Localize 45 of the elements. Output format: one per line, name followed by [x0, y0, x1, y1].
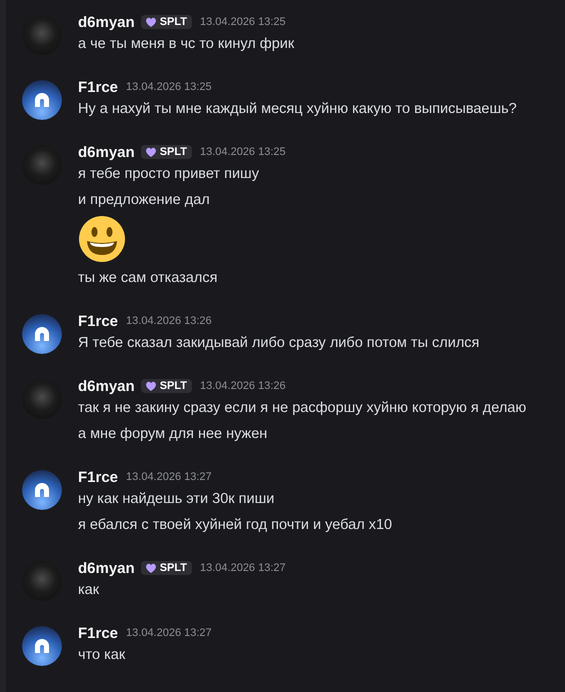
message-text: что как [78, 646, 126, 665]
guild-tag-text: SPLT [160, 562, 187, 574]
smiley-emoji-icon [78, 215, 126, 263]
timestamp: 13.04.2026 13:27 [126, 627, 212, 639]
message-text: а че ты меня в чс то кинул фрик [78, 35, 294, 54]
timestamp: 13.04.2026 13:25 [200, 16, 286, 28]
timestamp: 13.04.2026 13:27 [126, 471, 212, 483]
guild-tag-text: SPLT [160, 16, 187, 28]
heart-icon [144, 16, 157, 28]
heart-icon [144, 380, 157, 392]
message-text: так я не закину сразу если я не расфоршу хуйню которую я делаю [78, 399, 526, 418]
message-text: и предложение дал [78, 191, 211, 210]
username: d6myan [78, 14, 135, 30]
avatar-logo-icon [22, 314, 62, 354]
username: d6myan [78, 378, 135, 394]
username: F1rce [78, 78, 118, 96]
username: d6myan [78, 144, 135, 160]
avatar-photo [22, 561, 62, 601]
username: F1rce [78, 468, 118, 486]
username: F1rce [78, 312, 118, 330]
timestamp: 13.04.2026 13:26 [126, 315, 212, 327]
avatar-logo-icon [22, 470, 62, 510]
timestamp: 13.04.2026 13:25 [126, 81, 212, 93]
username: d6myan [78, 560, 135, 576]
timestamp: 13.04.2026 13:25 [200, 146, 286, 158]
avatar-photo [22, 145, 62, 185]
message-text: я тебе просто привет пишу [78, 165, 260, 184]
guild-tag-text: SPLT [160, 146, 187, 158]
timestamp: 13.04.2026 13:26 [200, 380, 286, 392]
avatar-photo [22, 15, 62, 55]
guild-tag-text: SPLT [160, 380, 187, 392]
message-text: а мне форум для нее нужен [78, 425, 268, 444]
message-text: Ну а нахуй ты мне каждый месяц хуйню какую то выписываешь? [78, 100, 517, 119]
message-text: я ебался с твоей хуйней год почти и уебал х10 [78, 516, 392, 535]
message-text: ты же сам отказался [78, 269, 218, 288]
heart-icon [144, 146, 157, 158]
message-text: Я тебе сказал закидывай либо сразу либо потом ты слился [78, 334, 480, 353]
username: F1rce [78, 624, 118, 642]
message-text: как [78, 581, 100, 600]
avatar-logo-icon [22, 626, 62, 666]
heart-icon [144, 562, 157, 574]
avatar-logo-icon [22, 80, 62, 120]
message-text: ну как найдешь эти 30к пиши [78, 490, 276, 509]
timestamp: 13.04.2026 13:27 [200, 562, 286, 574]
avatar-photo [22, 379, 62, 419]
